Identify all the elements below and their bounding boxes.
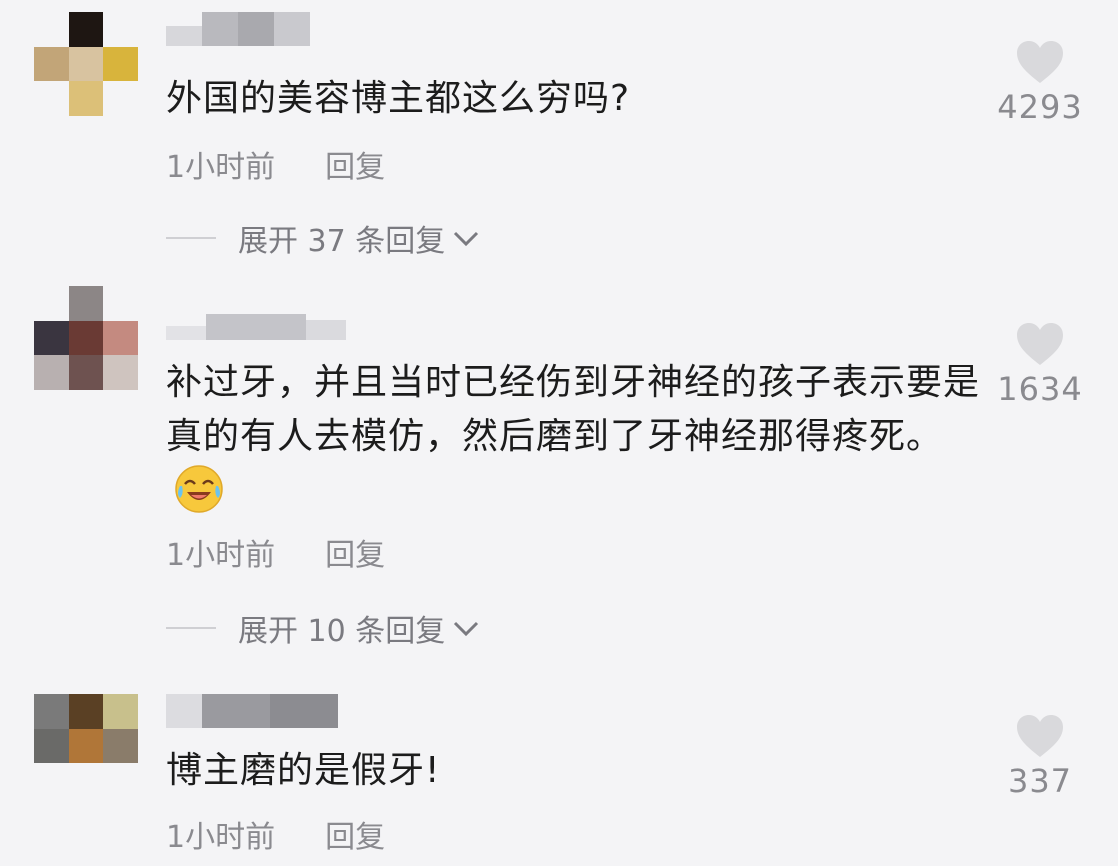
username-blurred[interactable] — [166, 306, 346, 340]
divider-line — [166, 627, 216, 629]
comment-text-content: 补过牙，并且当时已经伤到牙神经的孩子表示要是真的有人去模仿，然后磨到了牙神经那得… — [166, 362, 981, 457]
divider-line — [166, 237, 216, 239]
like-group: 4293 — [990, 40, 1090, 126]
heart-icon[interactable] — [1016, 322, 1064, 366]
avatar[interactable] — [34, 12, 138, 116]
username-blurred[interactable] — [166, 694, 338, 728]
like-count: 337 — [1007, 762, 1073, 800]
expand-replies-button[interactable]: 展开 10 条回复 — [166, 606, 481, 650]
comment-text: 外国的美容博主都这么穷吗? — [166, 78, 631, 119]
heart-icon[interactable] — [1016, 40, 1064, 84]
like-count: 1634 — [997, 370, 1083, 408]
like-group: 1634 — [990, 322, 1090, 408]
expand-replies-label: 展开 10 条回复 — [238, 614, 446, 649]
avatar[interactable] — [34, 694, 138, 798]
expand-replies-label: 展开 37 条回复 — [238, 224, 446, 259]
like-group: 337 — [990, 714, 1090, 800]
expand-replies-button[interactable]: 展开 37 条回复 — [166, 216, 481, 260]
comment-meta: 1小时前 回复 — [166, 530, 385, 574]
comment-meta: 1小时前 回复 — [166, 812, 385, 856]
avatar[interactable] — [34, 286, 138, 390]
heart-icon[interactable] — [1016, 714, 1064, 758]
chevron-down-icon — [454, 621, 479, 637]
comment-time: 1小时前 — [166, 538, 276, 573]
like-count: 4293 — [997, 88, 1083, 126]
reply-button[interactable]: 回复 — [325, 142, 385, 186]
comment-meta: 1小时前 回复 — [166, 142, 385, 186]
chevron-down-icon — [454, 231, 479, 247]
reply-button[interactable]: 回复 — [325, 530, 385, 574]
reply-button[interactable]: 回复 — [325, 812, 385, 856]
comment-time: 1小时前 — [166, 150, 276, 185]
comment-time: 1小时前 — [166, 820, 276, 855]
comment-text: 补过牙，并且当时已经伤到牙神经的孩子表示要是真的有人去模仿，然后磨到了牙神经那得… — [166, 356, 986, 520]
crying-laughing-emoji — [175, 465, 223, 513]
comment-text: 博主磨的是假牙! — [166, 750, 441, 791]
username-blurred[interactable] — [166, 12, 310, 46]
